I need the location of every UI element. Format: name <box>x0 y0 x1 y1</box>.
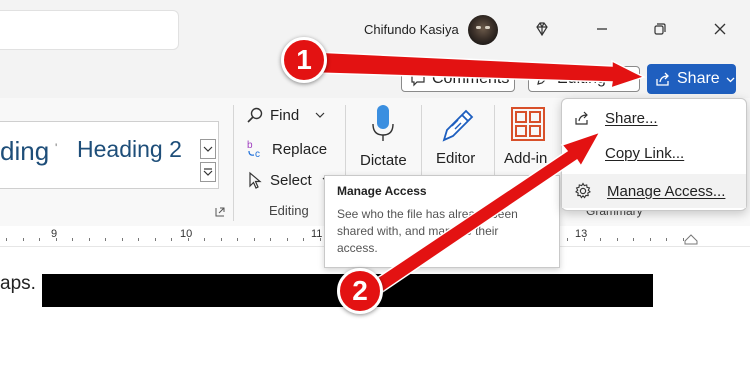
annotation-badge-1: 1 <box>281 37 327 83</box>
annotation-arrows <box>314 51 646 294</box>
annotation-arrow-2 <box>369 130 602 294</box>
annotation-badge-2: 2 <box>337 268 383 314</box>
annotation-arrow-1 <box>314 51 646 90</box>
